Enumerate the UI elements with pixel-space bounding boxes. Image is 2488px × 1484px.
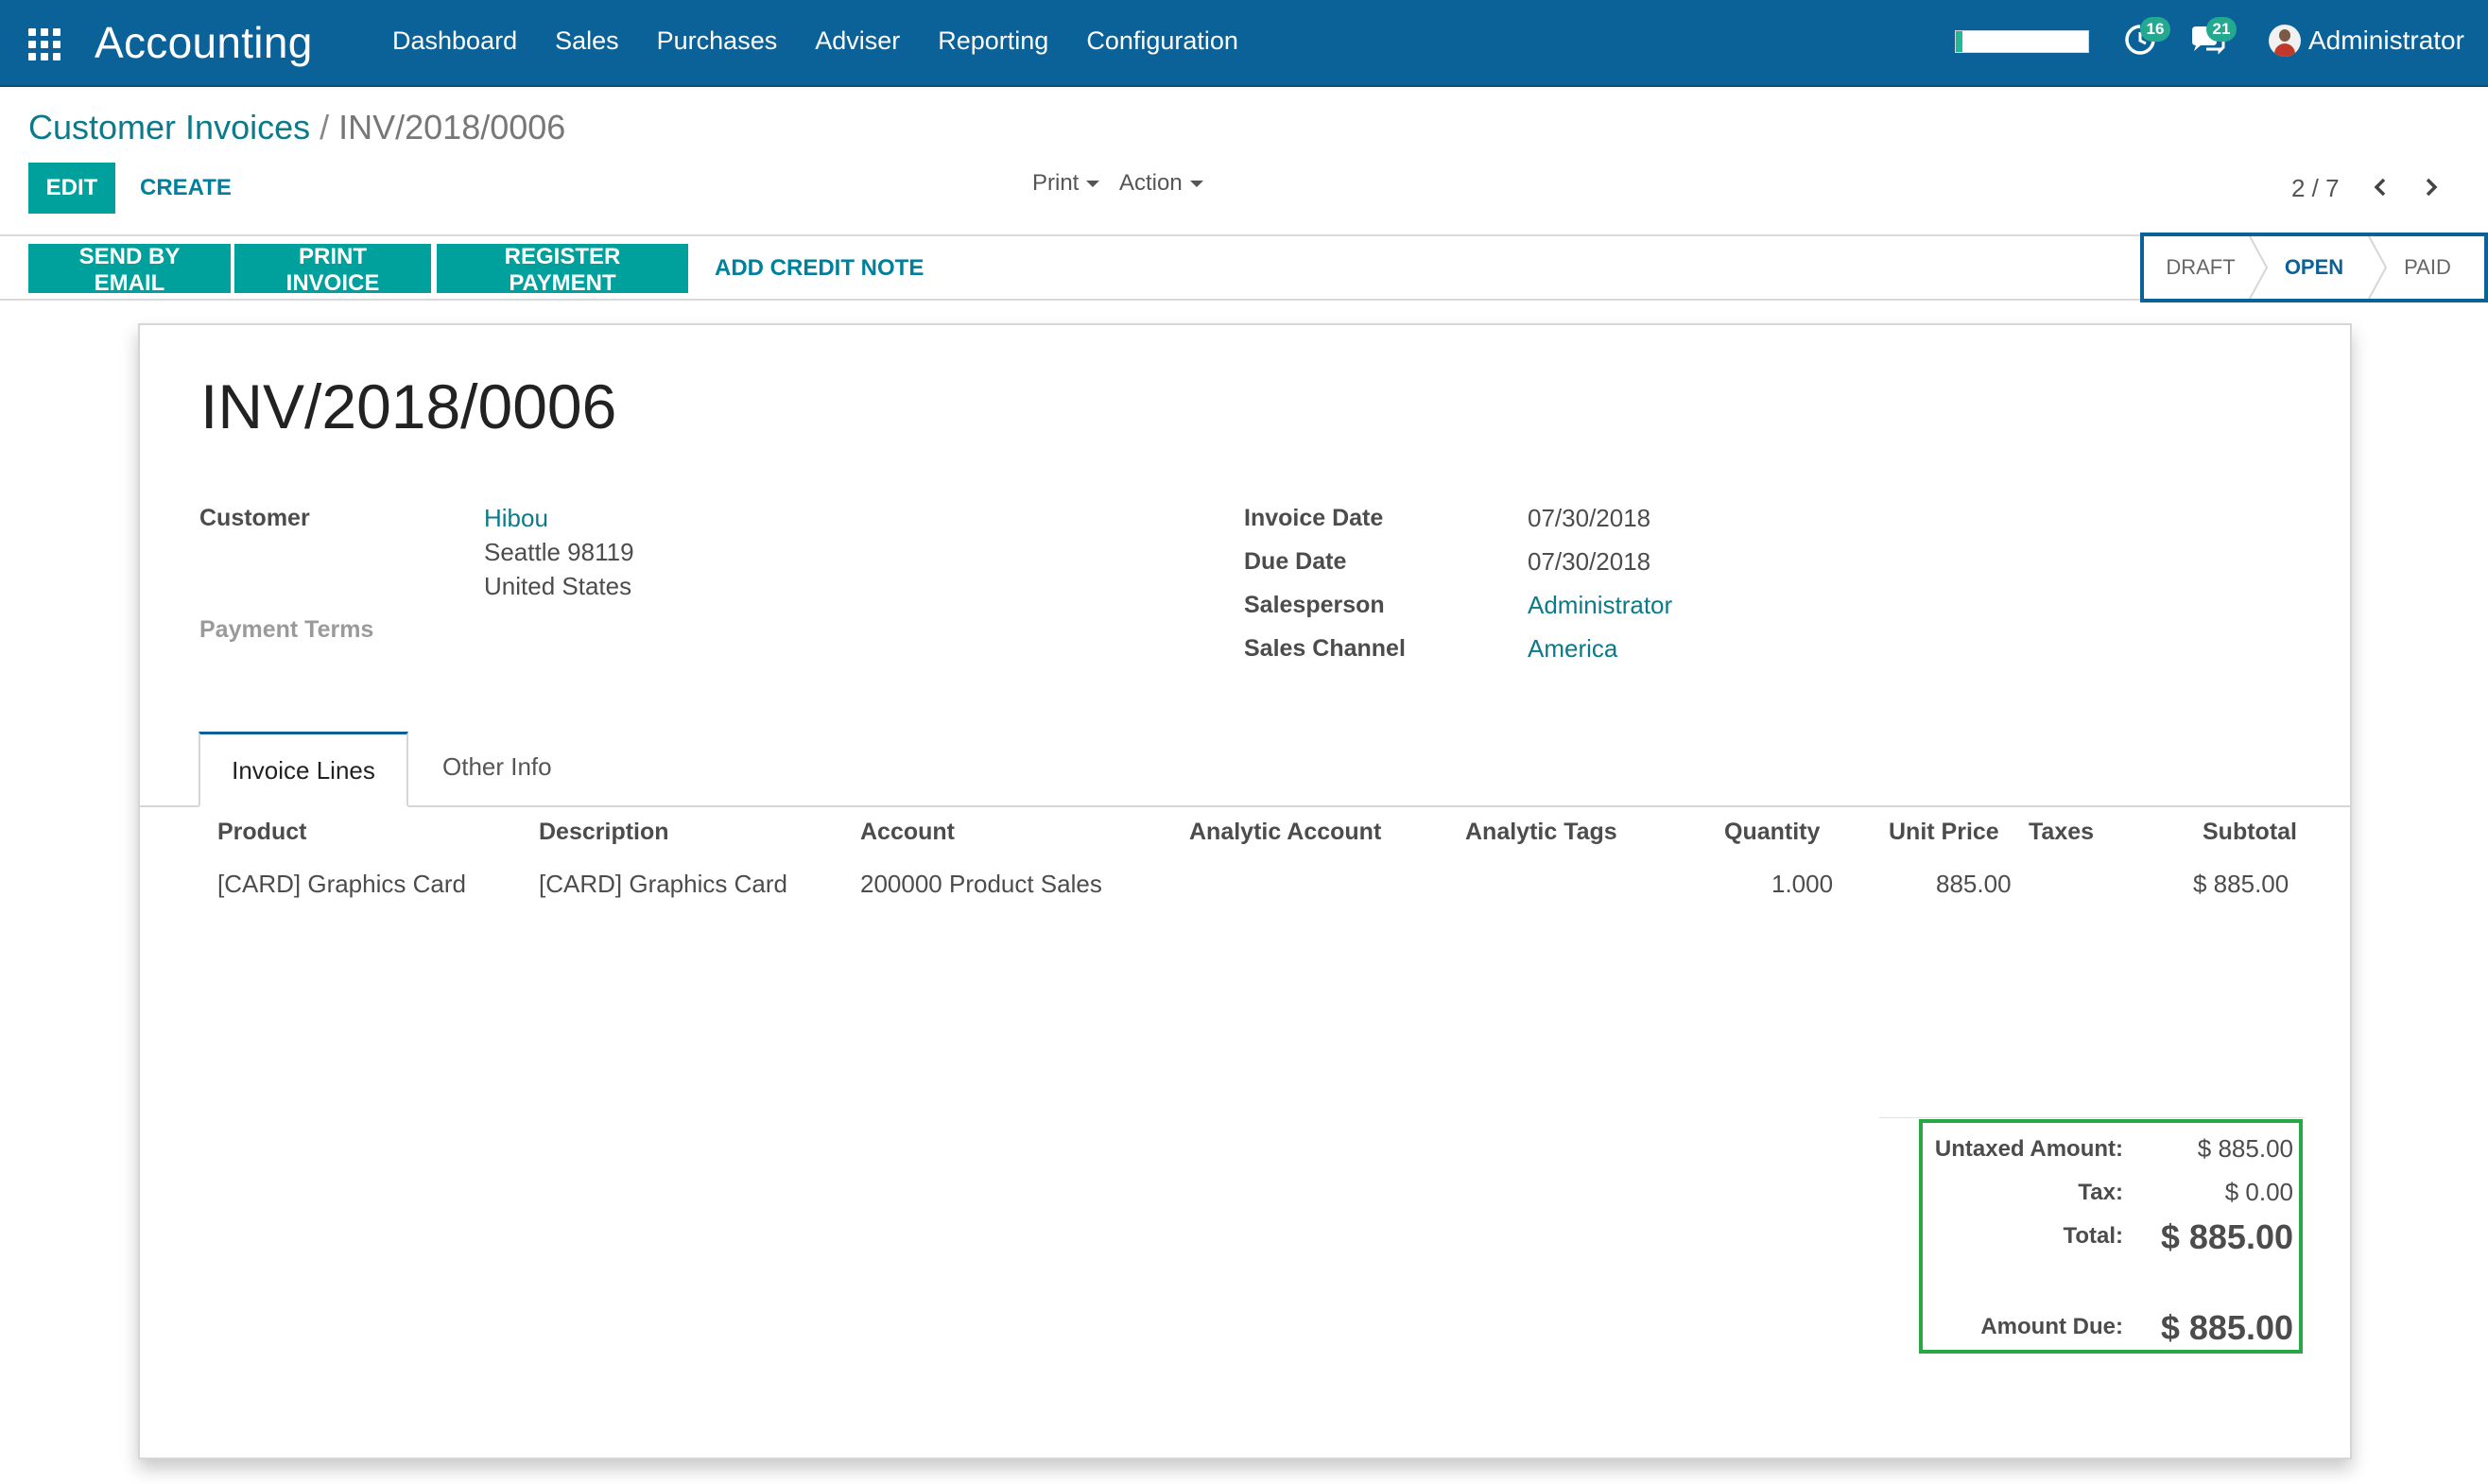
salesperson-label: Salesperson: [1244, 592, 1385, 618]
edit-button[interactable]: EDIT: [28, 163, 115, 214]
tabs-divider: [140, 805, 2350, 807]
invoice-date-label: Invoice Date: [1244, 505, 1384, 531]
sales-channel-label: Sales Channel: [1244, 635, 1406, 662]
menu-sales[interactable]: Sales: [555, 26, 619, 56]
pager-next-button[interactable]: [2416, 172, 2445, 202]
chevron-right-icon: [2426, 178, 2438, 197]
invoice-totals: Untaxed Amount: $ 885.00 Tax: $ 0.00 Tot…: [1919, 1119, 2303, 1354]
column-header-analytic-account[interactable]: Analytic Account: [1189, 819, 1381, 846]
action-dropdown-label: Action: [1119, 170, 1183, 196]
column-header-analytic-tags[interactable]: Analytic Tags: [1465, 819, 1617, 846]
invoice-sheet: INV/2018/0006 Customer Hibou Seattle 981…: [138, 323, 2352, 1459]
salesperson-link[interactable]: Administrator: [1528, 591, 1672, 620]
print-dropdown-label: Print: [1032, 170, 1080, 196]
sales-channel-link[interactable]: America: [1528, 634, 1617, 664]
user-name: Administrator: [2308, 26, 2464, 55]
user-menu[interactable]: Administrator: [2269, 25, 2464, 57]
column-header-taxes[interactable]: Taxes: [2029, 819, 2094, 846]
register-payment-button[interactable]: REGISTER PAYMENT: [437, 244, 688, 296]
step-arrow-divider: [2368, 236, 2388, 299]
breadcrumb-customer-invoices[interactable]: Customer Invoices: [28, 108, 310, 147]
activity-count-badge: 16: [2140, 17, 2170, 42]
due-date-value: 07/30/2018: [1528, 547, 1651, 576]
untaxed-amount-value: $ 885.00: [2197, 1134, 2293, 1163]
cell-unit-price: 885.00: [1936, 870, 2012, 898]
total-value: $ 885.00: [2160, 1217, 2293, 1256]
progress-fill: [1956, 31, 1962, 52]
create-button[interactable]: CREATE: [130, 163, 241, 214]
column-header-description[interactable]: Description: [539, 819, 669, 846]
cell-subtotal: $ 885.00: [2193, 870, 2289, 898]
tab-other-info[interactable]: Other Info: [442, 752, 552, 782]
due-date-label: Due Date: [1244, 548, 1347, 575]
untaxed-amount-label: Untaxed Amount:: [1934, 1136, 2123, 1162]
menu-purchases[interactable]: Purchases: [657, 26, 778, 56]
add-credit-note-button[interactable]: ADD CREDIT NOTE: [696, 244, 942, 293]
totals-divider: [1879, 1117, 2305, 1118]
column-header-quantity[interactable]: Quantity: [1724, 819, 1820, 846]
column-header-subtotal[interactable]: Subtotal: [2203, 819, 2297, 846]
customer-link[interactable]: Hibou: [484, 504, 548, 533]
activity-button[interactable]: 16: [2121, 17, 2170, 59]
onboarding-progress-bar[interactable]: [1955, 30, 2089, 53]
column-header-unit-price[interactable]: Unit Price: [1889, 819, 1999, 846]
top-navbar: Accounting Dashboard Sales Purchases Adv…: [0, 0, 2488, 87]
menu-dashboard[interactable]: Dashboard: [392, 26, 517, 56]
total-label: Total:: [2063, 1223, 2123, 1249]
invoice-date-value: 07/30/2018: [1528, 504, 1651, 532]
pager-previous-button[interactable]: [2367, 172, 2395, 202]
customer-label: Customer: [199, 505, 310, 531]
caret-down-icon: [1086, 180, 1100, 187]
tax-label: Tax:: [2078, 1180, 2123, 1205]
tab-invoice-lines[interactable]: Invoice Lines: [199, 732, 408, 807]
cell-description: [CARD] Graphics Card: [539, 870, 787, 898]
cell-product: [CARD] Graphics Card: [217, 870, 466, 898]
breadcrumb-current: INV/2018/0006: [338, 108, 566, 147]
customer-city: Seattle 98119: [484, 538, 634, 566]
menu-adviser[interactable]: Adviser: [815, 26, 900, 56]
chevron-left-icon: [2374, 178, 2386, 197]
send-by-email-button[interactable]: SEND BY EMAIL: [28, 244, 231, 296]
avatar: [2269, 25, 2301, 57]
column-header-account[interactable]: Account: [860, 819, 955, 846]
messages-count-badge: 21: [2206, 17, 2237, 42]
payment-terms-label: Payment Terms: [199, 616, 374, 643]
form-statusbar: SEND BY EMAIL PRINT INVOICE REGISTER PAY…: [0, 234, 2488, 301]
menu-configuration[interactable]: Configuration: [1086, 26, 1238, 56]
print-invoice-button[interactable]: PRINT INVOICE: [234, 244, 431, 296]
breadcrumb-separator: /: [320, 108, 330, 147]
status-step-open[interactable]: OPEN: [2257, 236, 2371, 299]
caret-down-icon: [1189, 180, 1203, 187]
customer-country: United States: [484, 572, 632, 600]
action-dropdown[interactable]: Action: [1119, 170, 1203, 197]
amount-due-label: Amount Due:: [1980, 1314, 2123, 1339]
step-arrow-divider: [2249, 236, 2269, 299]
status-step-draft[interactable]: DRAFT: [2144, 236, 2257, 299]
pager-value: 2 / 7: [2291, 174, 2340, 202]
amount-due-value: $ 885.00: [2160, 1308, 2293, 1347]
menu-reporting[interactable]: Reporting: [938, 26, 1048, 56]
app-title: Accounting: [95, 18, 313, 67]
cell-quantity: 1.000: [1771, 870, 1834, 898]
column-header-product[interactable]: Product: [217, 819, 306, 846]
invoice-status-steps: DRAFT OPEN PAID: [2140, 233, 2488, 302]
print-dropdown[interactable]: Print: [1032, 170, 1100, 197]
tax-value: $ 0.00: [2224, 1178, 2293, 1206]
cell-account: 200000 Product Sales: [860, 870, 1102, 898]
breadcrumb: Customer Invoices / INV/2018/0006: [28, 108, 565, 147]
invoice-number-title: INV/2018/0006: [200, 371, 617, 441]
messages-button[interactable]: 21: [2187, 17, 2237, 59]
main-menu: Dashboard Sales Purchases Adviser Report…: [392, 26, 1276, 56]
apps-grid-icon[interactable]: [28, 28, 62, 60]
